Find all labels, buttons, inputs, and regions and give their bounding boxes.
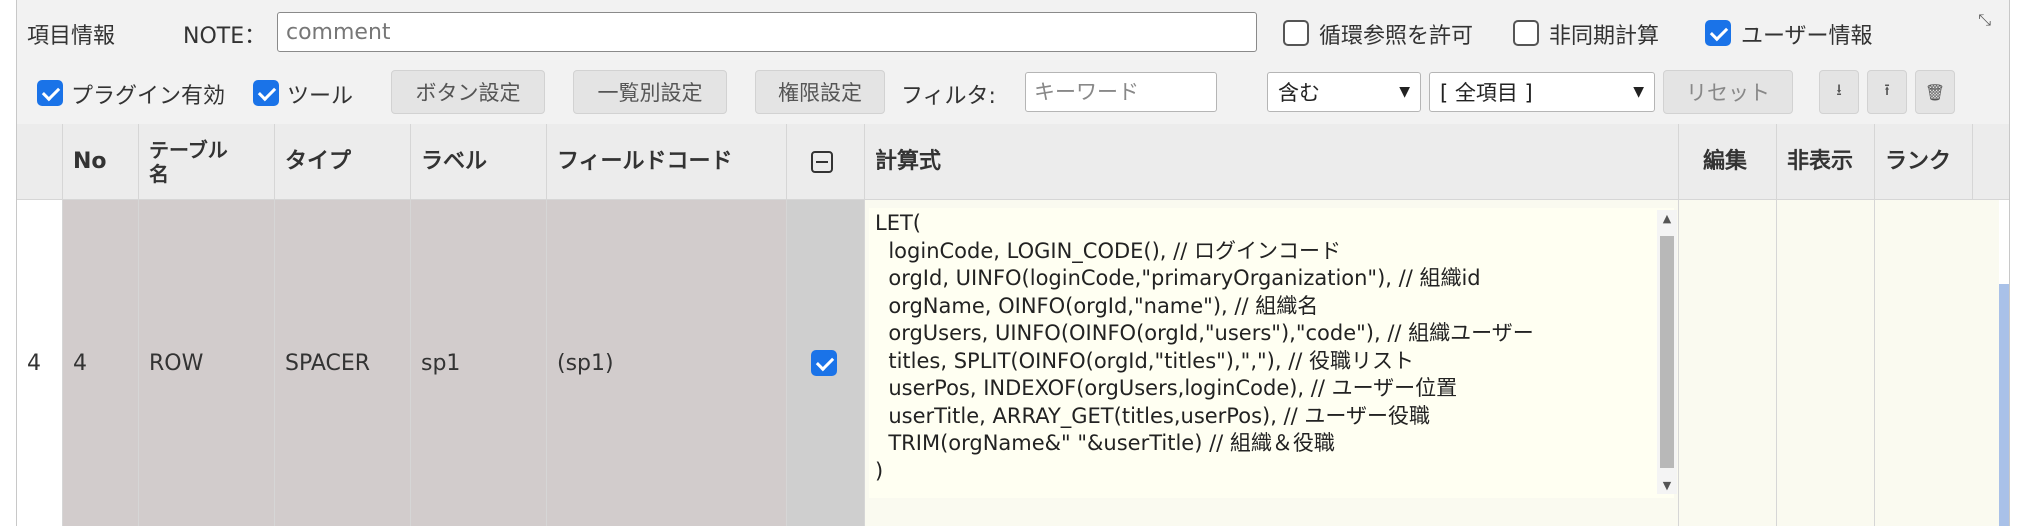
tool-label: ツール xyxy=(287,84,354,109)
async-calc-label: 非同期計算 xyxy=(1549,24,1660,49)
cell-edit[interactable] xyxy=(1679,200,1777,526)
scroll-up-icon[interactable]: ▲ xyxy=(1657,212,1677,225)
download-bottom-icon[interactable]: ⭳ xyxy=(1819,70,1859,114)
async-calc-checkbox[interactable] xyxy=(1513,20,1539,46)
permission-settings-button[interactable]: 権限設定 xyxy=(755,70,885,114)
chevron-down-icon: ▼ xyxy=(1633,84,1644,100)
header-formula[interactable]: 計算式 xyxy=(865,124,1679,199)
cell-label: sp1 xyxy=(411,200,547,526)
scroll-down-icon[interactable]: ▼ xyxy=(1657,479,1677,492)
formula-textarea[interactable]: LET( loginCode, LOGIN_CODE(), // ログインコード… xyxy=(869,208,1674,498)
header-hidden[interactable]: 非表示 xyxy=(1777,124,1875,199)
list-settings-button[interactable]: 一覧別設定 xyxy=(573,70,727,114)
button-settings-button[interactable]: ボタン設定 xyxy=(391,70,545,114)
cell-no: 4 xyxy=(63,200,139,526)
header-table[interactable]: テーブル名 xyxy=(139,124,275,199)
scroll-thumb[interactable] xyxy=(1660,236,1674,468)
allow-circular-ref-checkbox[interactable] xyxy=(1283,20,1309,46)
allow-circular-ref-label: 循環参照を許可 xyxy=(1319,24,1474,49)
header-label[interactable]: ラベル xyxy=(411,124,547,199)
trash-icon[interactable]: 🗑 xyxy=(1915,70,1955,114)
header-no[interactable]: No xyxy=(63,124,139,199)
header-edit[interactable]: 編集 xyxy=(1679,124,1777,199)
header-type[interactable]: タイプ xyxy=(275,124,411,199)
row-index: 4 xyxy=(17,200,63,526)
note-input[interactable] xyxy=(277,12,1257,52)
filter-label: フィルタ: xyxy=(901,84,996,109)
formula-scrollbar[interactable]: ▲ ▼ xyxy=(1657,210,1677,494)
user-info-checkbox[interactable] xyxy=(1705,20,1731,46)
header-index xyxy=(17,124,63,199)
upload-top-icon[interactable]: ⭱ xyxy=(1867,70,1907,114)
header-field-code[interactable]: フィールドコード xyxy=(547,124,787,199)
tool-checkbox[interactable] xyxy=(253,80,279,106)
plugin-enabled-label: プラグイン有効 xyxy=(71,84,226,109)
filter-scope-value: [ 全項目 ] xyxy=(1440,81,1533,105)
header-select-toggle[interactable] xyxy=(787,124,865,199)
cell-rank[interactable] xyxy=(1875,200,1999,526)
grid-header: No テーブル名 タイプ ラベル フィールドコード 計算式 編集 非表示 ランク xyxy=(17,124,2009,200)
row-select-checkbox[interactable] xyxy=(811,350,837,376)
toolbar-row-1: 項目情報 NOTE： 循環参照を許可 非同期計算 ユーザー情報 xyxy=(17,0,2009,66)
filter-mode-select[interactable]: 含む ▼ xyxy=(1267,72,1421,112)
row-selection-strip xyxy=(1999,284,2009,526)
reset-button[interactable]: リセット xyxy=(1663,70,1793,114)
minus-square-icon[interactable] xyxy=(811,150,833,173)
table-row[interactable]: 4 4 ROW SPACER sp1 (sp1) LET( loginCode,… xyxy=(17,200,2009,526)
cell-hidden[interactable] xyxy=(1777,200,1875,526)
user-info-label: ユーザー情報 xyxy=(1741,24,1873,49)
item-info-panel: ⤡ 項目情報 NOTE： 循環参照を許可 非同期計算 ユーザー情報 プラグイン有… xyxy=(16,0,2010,526)
plugin-enabled-checkbox[interactable] xyxy=(37,80,63,106)
filter-keyword-input[interactable] xyxy=(1025,72,1217,112)
cell-table: ROW xyxy=(139,200,275,526)
cell-field-code: (sp1) xyxy=(547,200,787,526)
cell-type: SPACER xyxy=(275,200,411,526)
note-label: NOTE： xyxy=(183,24,267,49)
section-label: 項目情報 xyxy=(27,24,116,49)
fields-grid: No テーブル名 タイプ ラベル フィールドコード 計算式 編集 非表示 ランク… xyxy=(17,124,2009,526)
chevron-down-icon: ▼ xyxy=(1399,84,1410,100)
header-rank[interactable]: ランク xyxy=(1875,124,1973,199)
filter-mode-value: 含む xyxy=(1278,81,1320,105)
cell-select[interactable] xyxy=(787,200,865,526)
filter-scope-select[interactable]: [ 全項目 ] ▼ xyxy=(1429,72,1655,112)
